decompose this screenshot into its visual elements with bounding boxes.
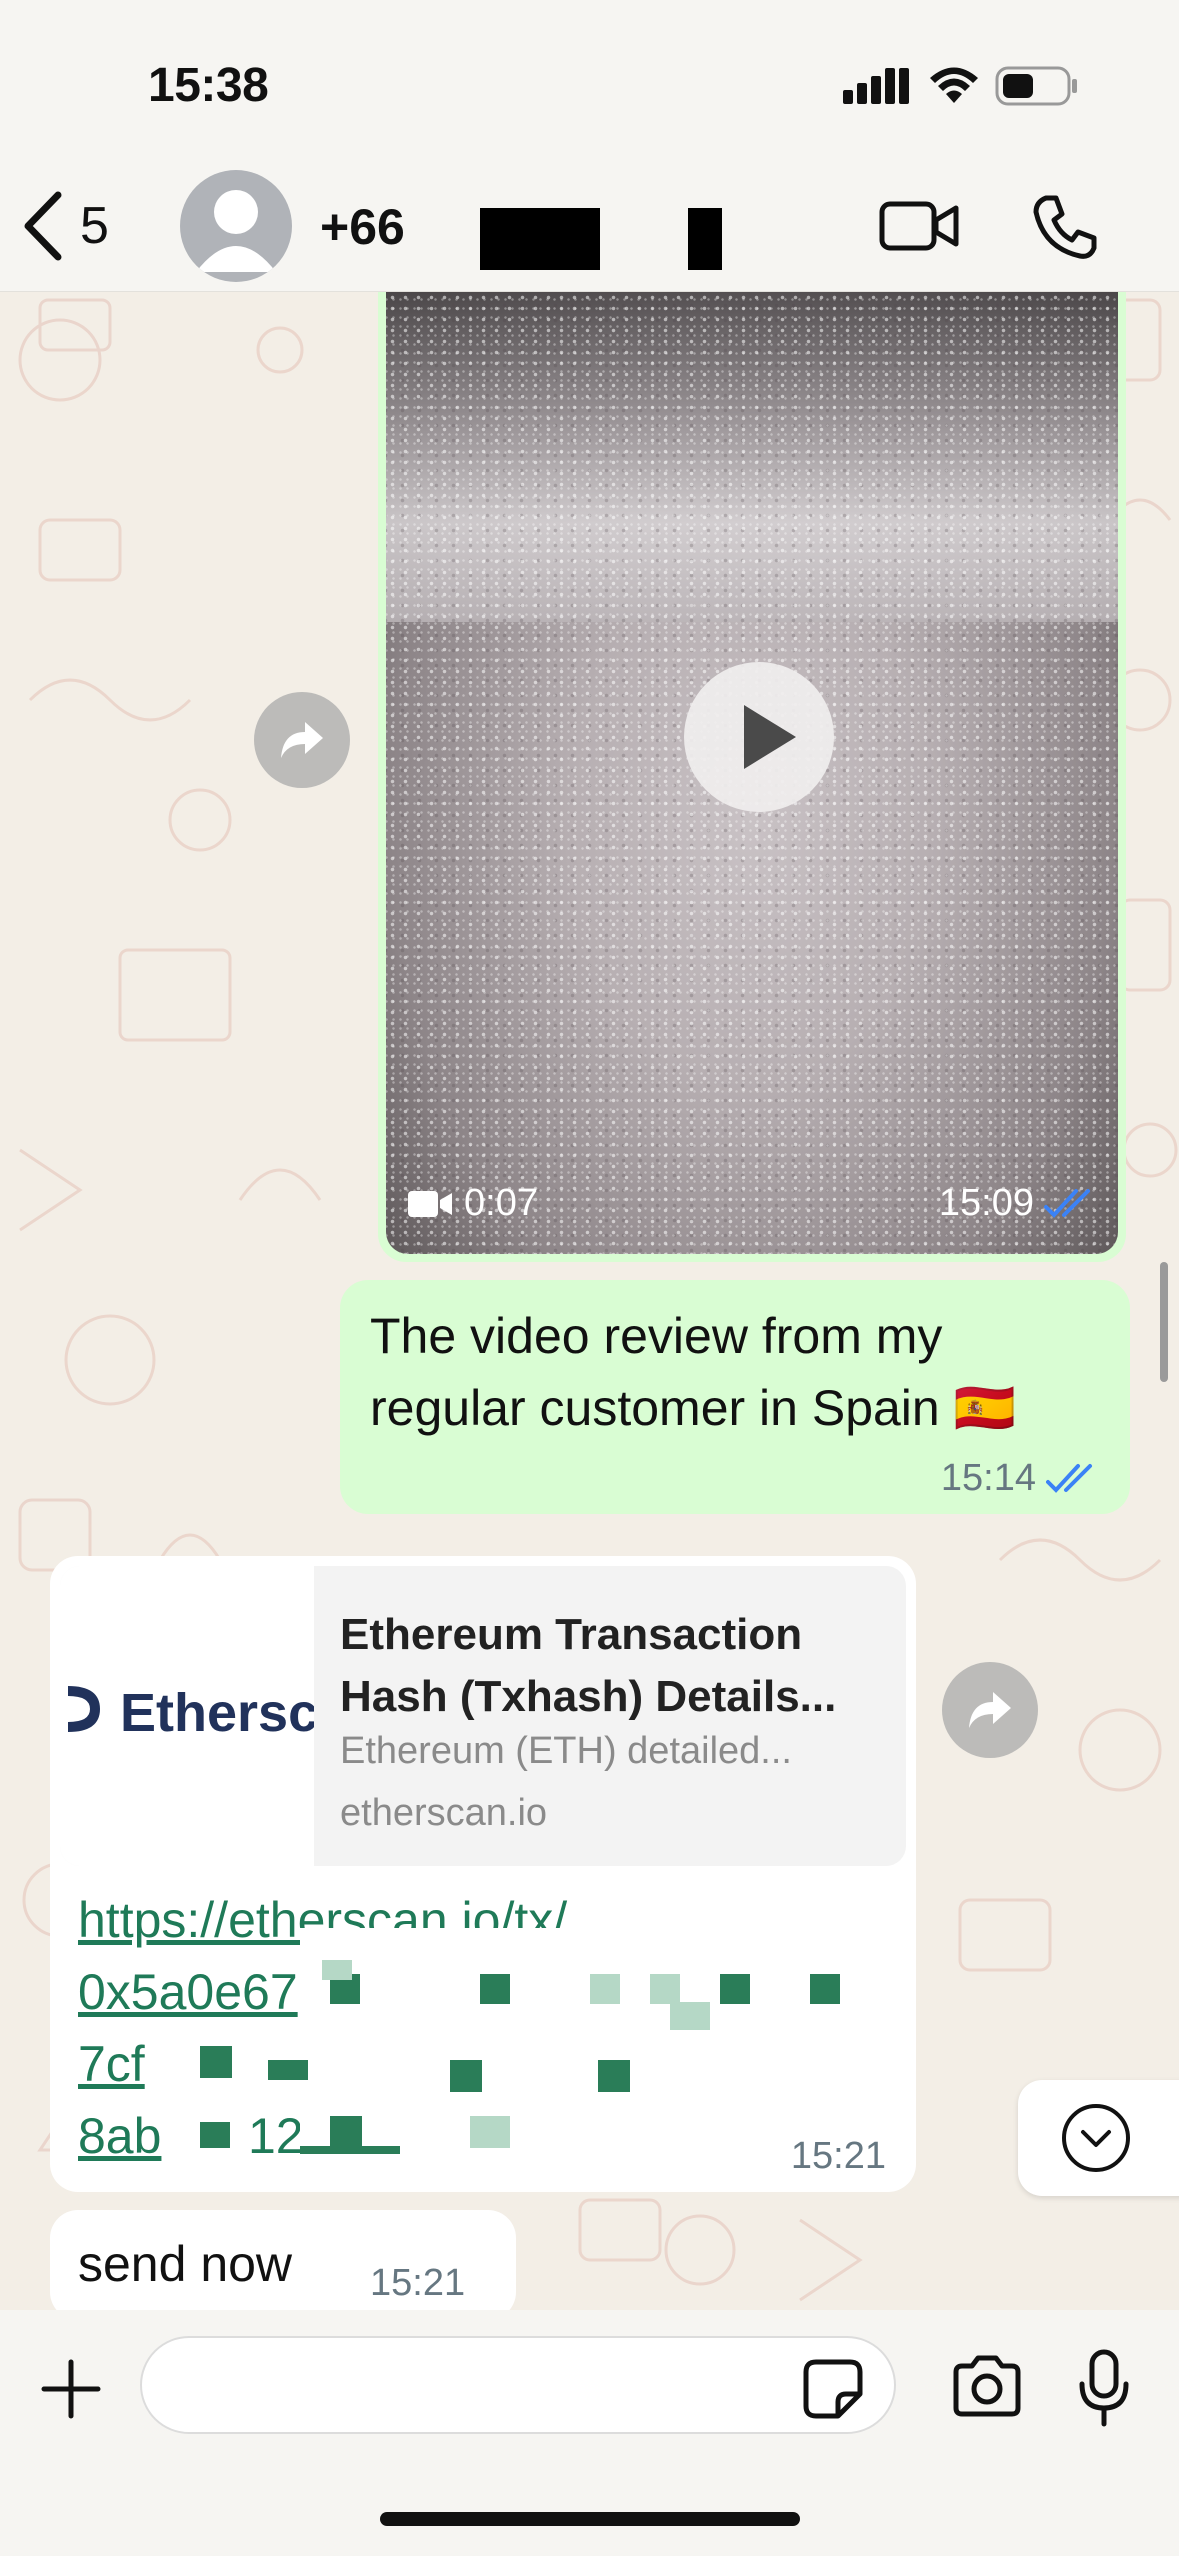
back-button[interactable]: 5 [20, 190, 140, 262]
video-duration-text: 0:07 [464, 1182, 538, 1224]
redaction-block [330, 2116, 362, 2148]
message-text: send now [78, 2236, 293, 2292]
battery-icon [995, 66, 1077, 106]
redaction-block [200, 2122, 230, 2148]
redaction-block [300, 1928, 910, 2140]
url-line-mid[interactable]: 12 [248, 2100, 304, 2172]
url-line[interactable]: 7cf [78, 2036, 145, 2092]
contact-name[interactable]: +66 [320, 198, 405, 256]
double-check-icon [1044, 1188, 1090, 1218]
redaction-block [200, 2046, 232, 2078]
chevron-left-icon [24, 191, 62, 261]
message-time: 15:09 [938, 1182, 1034, 1224]
redaction-block [470, 2116, 510, 2148]
redaction-block [268, 2060, 308, 2080]
video-duration: 0:07 [406, 1182, 538, 1225]
video-message[interactable]: 0:07 15:09 [378, 292, 1126, 1262]
home-indicator[interactable] [380, 2512, 800, 2526]
microphone-icon [1079, 2349, 1129, 2427]
message-meta: 15:14 [941, 1457, 1100, 1500]
cellular-signal-icon [843, 68, 909, 104]
video-camera-icon [879, 201, 959, 251]
message-time: 15:21 [790, 2135, 886, 2177]
redaction-block [322, 1960, 352, 1980]
redaction-block [720, 1974, 750, 2004]
video-call-button[interactable] [878, 194, 962, 258]
scroll-to-bottom-button[interactable] [1018, 2080, 1179, 2196]
chevron-down-icon [1081, 2130, 1111, 2147]
sticker-icon [803, 2359, 863, 2419]
incoming-link-message[interactable]: Ethersca Ethereum Transaction Hash (Txha… [50, 1556, 916, 2192]
forward-button[interactable] [254, 692, 350, 788]
redaction-block [450, 2060, 482, 2092]
redaction-block [480, 1974, 510, 2004]
status-time: 15:38 [148, 59, 269, 112]
video-icon [408, 1190, 452, 1217]
sticker-button[interactable] [802, 2358, 864, 2420]
phone-icon [1033, 195, 1097, 259]
redaction-block [480, 230, 510, 270]
wifi-icon [930, 67, 978, 103]
link-preview-description: Ethereum (ETH) detailed... [340, 1730, 792, 1772]
forward-icon [969, 1692, 1011, 1728]
video-timestamp: 15:09 [939, 1182, 1098, 1225]
link-preview-card[interactable]: Ethersca Ethereum Transaction Hash (Txha… [60, 1566, 906, 1866]
unread-count: 5 [80, 197, 109, 255]
attach-button[interactable] [38, 2356, 104, 2422]
etherscan-logo-icon [68, 1686, 100, 1732]
status-icons [843, 66, 1079, 106]
message-input[interactable] [140, 2336, 896, 2434]
incoming-message[interactable]: send now 15:21 [50, 2210, 516, 2320]
link-preview-thumbnail: Ethersca [60, 1566, 314, 1866]
camera-button[interactable] [950, 2354, 1024, 2418]
redaction-block [688, 208, 722, 270]
double-check-icon [1046, 1463, 1092, 1493]
forward-button[interactable] [942, 1662, 1038, 1758]
play-icon[interactable] [684, 662, 834, 812]
url-line[interactable]: 8ab [78, 2108, 161, 2164]
url-line[interactable]: 0x5a0e67 [78, 1964, 298, 2020]
redaction-block [300, 2146, 400, 2154]
redaction-block [670, 2002, 710, 2030]
forward-icon [281, 722, 323, 758]
link-preview-domain: etherscan.io [340, 1792, 548, 1834]
message-time: 15:21 [370, 2262, 466, 2304]
redaction-block [598, 2060, 630, 2092]
status-bar: 15:38 [0, 0, 1179, 160]
redaction-block [590, 1974, 620, 2004]
redaction-block [650, 1974, 680, 2004]
outgoing-message[interactable]: The video review from my regular custome… [340, 1280, 1130, 1514]
microphone-button[interactable] [1078, 2348, 1130, 2428]
scroll-indicator[interactable] [1160, 1262, 1168, 1382]
default-avatar-icon [196, 190, 276, 272]
link-preview-title: Ethereum Transaction Hash (Txhash) Detai… [340, 1610, 837, 1721]
message-text: The video review from my regular custome… [370, 1308, 1016, 1436]
avatar[interactable] [180, 170, 292, 282]
message-time: 15:14 [940, 1457, 1036, 1499]
preview-thumb-text: Ethersca [120, 1683, 314, 1743]
redaction-block [810, 1974, 840, 2004]
plus-icon [41, 2359, 101, 2419]
camera-icon [953, 2355, 1021, 2417]
chat-header: 5 +66 [0, 160, 1179, 292]
chevron-down-circle-icon [1062, 2104, 1130, 2172]
voice-call-button[interactable] [1030, 192, 1100, 262]
message-composer [0, 2310, 1179, 2556]
video-thumbnail[interactable]: 0:07 15:09 [386, 292, 1118, 1254]
